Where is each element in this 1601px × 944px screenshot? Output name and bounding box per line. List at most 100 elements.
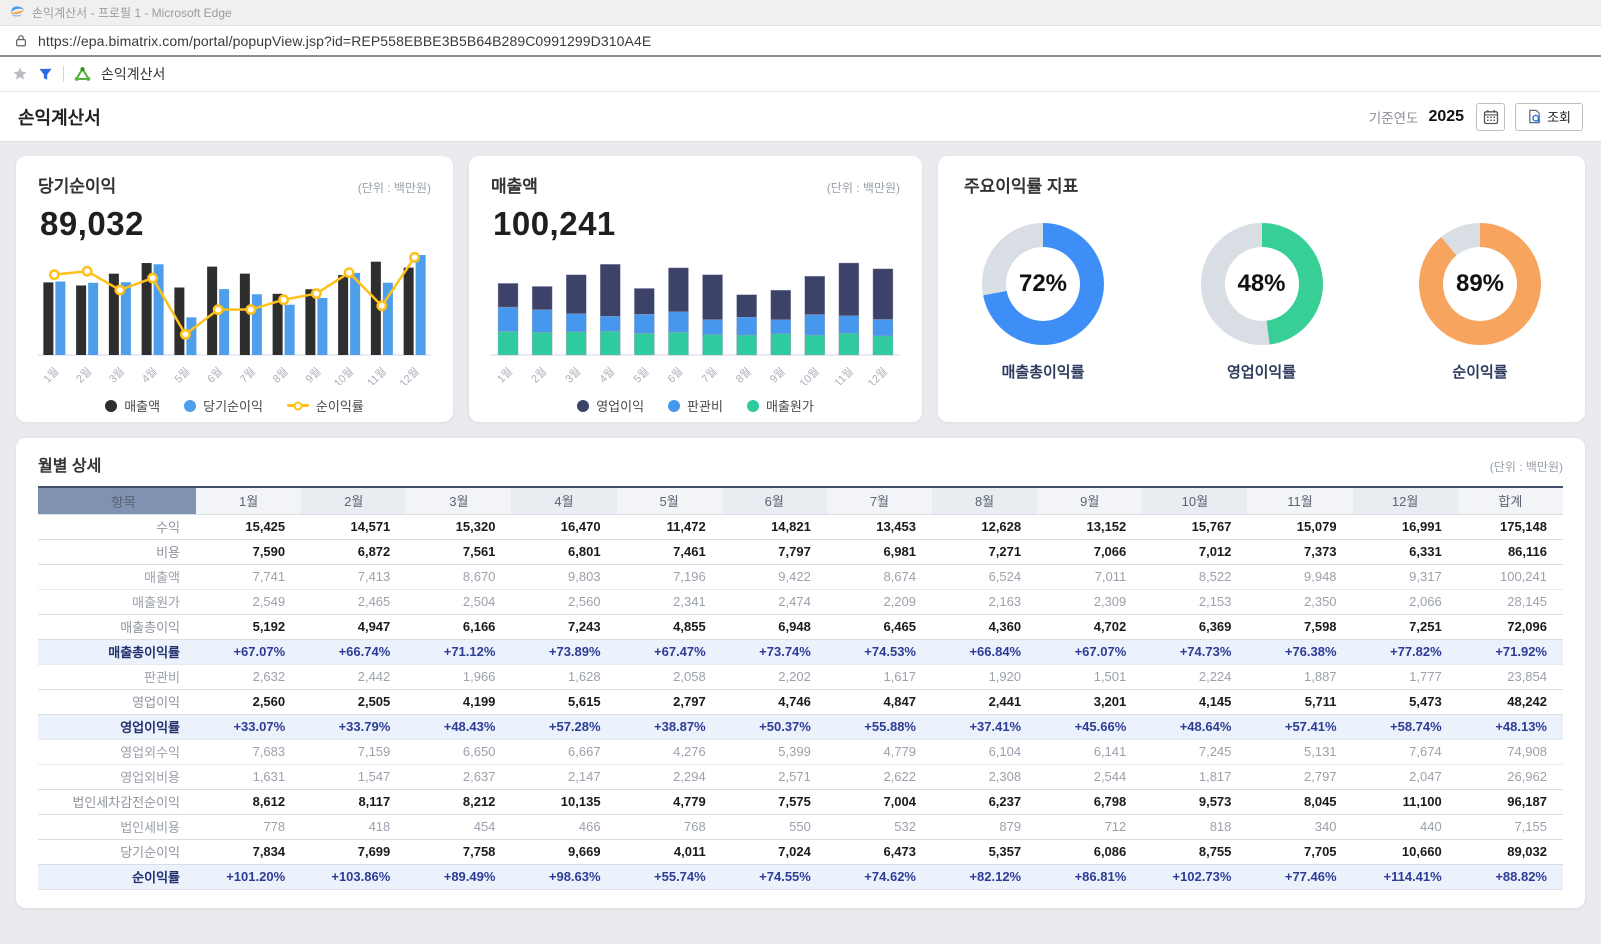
cell-영업이익-3월: 4,199	[406, 689, 511, 714]
cell-법인세비용-합계: 7,155	[1458, 814, 1563, 839]
search-button[interactable]: 조회	[1515, 103, 1583, 131]
x-axis-label: 3월	[106, 365, 127, 385]
cell-법인세비용-11월: 340	[1247, 814, 1352, 839]
stack-매출원가-3월	[566, 332, 586, 355]
lock-icon	[14, 33, 28, 48]
favorites-divider	[63, 66, 64, 82]
column-header-9월: 9월	[1037, 487, 1142, 514]
row-label: 판관비	[38, 664, 196, 689]
cell-매출총이익-8월: 4,360	[932, 614, 1037, 639]
row-label: 법인세비용	[38, 814, 196, 839]
cell-순이익률-1월: +101.20%	[196, 864, 301, 889]
cell-매출총이익-6월: 6,948	[722, 614, 827, 639]
cell-당기순이익-4월: 9,669	[511, 839, 616, 864]
x-axis-label: 10월	[797, 365, 822, 385]
cell-매출원가-9월: 2,309	[1037, 589, 1142, 614]
cell-매출액-11월: 9,948	[1247, 564, 1352, 589]
calendar-icon	[1483, 109, 1499, 125]
cell-순이익률-8월: +82.12%	[932, 864, 1037, 889]
gauge-순이익률: 89%순이익률	[1419, 223, 1541, 382]
x-axis-label: 3월	[563, 365, 584, 385]
x-axis-label: 11월	[832, 365, 856, 385]
cell-매출원가-1월: 2,549	[196, 589, 301, 614]
x-axis-label: 2월	[74, 365, 95, 385]
cell-판관비-6월: 2,202	[722, 664, 827, 689]
table-header-row: 항목1월2월3월4월5월6월7월8월9월10월11월12월합계	[38, 487, 1563, 514]
cell-법인세차감전순이익-11월: 8,045	[1247, 789, 1352, 814]
cell-매출원가-합계: 28,145	[1458, 589, 1563, 614]
cell-매출총이익-7월: 6,465	[827, 614, 932, 639]
x-axis-label: 5월	[631, 365, 652, 385]
cell-당기순이익-8월: 5,357	[932, 839, 1037, 864]
cell-매출액-9월: 7,011	[1037, 564, 1142, 589]
star-icon[interactable]	[12, 66, 28, 82]
cell-수익-11월: 15,079	[1247, 514, 1352, 539]
cell-법인세차감전순이익-9월: 6,798	[1037, 789, 1142, 814]
cell-영업이익-8월: 2,441	[932, 689, 1037, 714]
column-header-3월: 3월	[406, 487, 511, 514]
page-header: 손익계산서 기준연도 2025 조회	[0, 92, 1601, 142]
line-marker-1월	[50, 270, 58, 278]
cell-법인세차감전순이익-10월: 9,573	[1142, 789, 1247, 814]
favorites-page-title[interactable]: 손익계산서	[101, 64, 165, 84]
cell-판관비-4월: 1,628	[511, 664, 616, 689]
row-label: 영업외비용	[38, 764, 196, 789]
revenue-card: 매출액 (단위 : 백만원) 100,241 1월2월3월4월5월6월7월8월9…	[469, 156, 922, 422]
column-header-11월: 11월	[1247, 487, 1352, 514]
address-bar[interactable]: https://epa.bimatrix.com/portal/popupVie…	[0, 26, 1601, 57]
legend-item-당기순이익[interactable]: 당기순이익	[184, 396, 263, 415]
donut-chart: 48%	[1201, 223, 1323, 345]
profit-ratio-card: 주요이익률 지표 72%매출총이익률48%영업이익률89%순이익률	[938, 156, 1585, 422]
net-income-unit-label: (단위 : 백만원)	[358, 179, 431, 196]
legend-item-순이익률[interactable]: 순이익률	[287, 396, 364, 415]
column-header-12월: 12월	[1353, 487, 1458, 514]
x-axis-label: 9월	[767, 365, 788, 385]
legend-dot-icon	[747, 400, 759, 412]
legend-item-영업이익[interactable]: 영업이익	[577, 396, 644, 415]
x-axis-label: 4월	[597, 365, 618, 385]
stack-판관비-5월	[634, 314, 654, 333]
cell-영업외비용-7월: 2,622	[827, 764, 932, 789]
x-axis-label: 6월	[665, 365, 686, 385]
gauge-매출총이익률: 72%매출총이익률	[982, 223, 1104, 382]
monthly-detail-table: 항목1월2월3월4월5월6월7월8월9월10월11월12월합계수익15,4251…	[38, 486, 1563, 890]
profit-ratio-card-title: 주요이익률 지표	[964, 172, 1078, 197]
cell-매출총이익률-3월: +71.12%	[406, 639, 511, 664]
cell-영업이익률-1월: +33.07%	[196, 714, 301, 739]
cell-순이익률-6월: +74.55%	[722, 864, 827, 889]
filter-icon[interactable]	[38, 67, 53, 82]
url-text[interactable]: https://epa.bimatrix.com/portal/popupVie…	[38, 33, 651, 49]
legend-item-매출원가[interactable]: 매출원가	[747, 396, 814, 415]
table-row-영업이익: 영업이익2,5602,5054,1995,6152,7974,7464,8472…	[38, 689, 1563, 714]
cell-영업외비용-합계: 26,962	[1458, 764, 1563, 789]
calendar-button[interactable]	[1476, 103, 1505, 131]
stack-영업이익-6월	[668, 268, 688, 312]
cell-영업이익-2월: 2,505	[301, 689, 406, 714]
cell-법인세비용-10월: 818	[1142, 814, 1247, 839]
row-label: 매출총이익률	[38, 639, 196, 664]
cell-법인세비용-6월: 550	[722, 814, 827, 839]
cell-법인세차감전순이익-1월: 8,612	[196, 789, 301, 814]
cell-매출액-10월: 8,522	[1142, 564, 1247, 589]
cell-매출총이익률-1월: +67.07%	[196, 639, 301, 664]
stack-매출원가-9월	[771, 334, 791, 355]
profit-ratio-gauges: 72%매출총이익률48%영업이익률89%순이익률	[964, 223, 1559, 382]
legend-item-판관비[interactable]: 판관비	[668, 396, 723, 415]
base-year-value[interactable]: 2025	[1428, 108, 1464, 126]
cell-순이익률-9월: +86.81%	[1037, 864, 1142, 889]
legend-item-매출액[interactable]: 매출액	[105, 396, 160, 415]
cell-매출원가-2월: 2,465	[301, 589, 406, 614]
stack-판관비-8월	[737, 317, 757, 335]
favorites-bar: 손익계산서	[0, 57, 1601, 92]
stack-영업이익-8월	[737, 295, 757, 318]
net-income-legend: 매출액 당기순이익 순이익률	[38, 396, 431, 415]
legend-dot-icon	[577, 400, 589, 412]
row-label: 영업이익률	[38, 714, 196, 739]
legend-dot-icon	[105, 400, 117, 412]
row-label: 순이익률	[38, 864, 196, 889]
cell-매출총이익-5월: 4,855	[617, 614, 722, 639]
stack-매출원가-8월	[737, 335, 757, 355]
page-title: 손익계산서	[18, 104, 101, 130]
stack-영업이익-1월	[498, 283, 518, 307]
bar-매출액-1월	[43, 282, 53, 355]
